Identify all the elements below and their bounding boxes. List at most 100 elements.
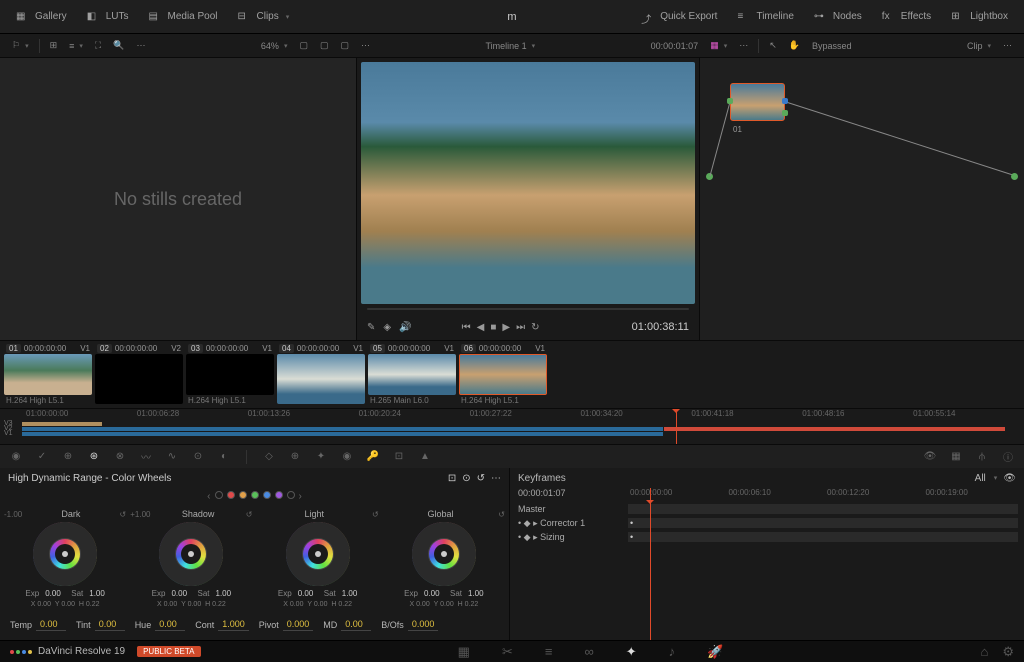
clip-thumbnail[interactable]: 0400:00:00:00V1: [277, 343, 365, 406]
tracking-icon[interactable]: ⊕: [287, 449, 303, 465]
bo-value[interactable]: 0.000: [408, 618, 439, 631]
waveform-icon[interactable]: ⫛: [974, 449, 990, 465]
viewer-scrubber[interactable]: [367, 308, 689, 310]
view-mode-1[interactable]: ▢: [294, 38, 313, 53]
search-button[interactable]: 🔍: [108, 38, 129, 53]
timeline-playhead[interactable]: [676, 409, 677, 444]
page-fairlight[interactable]: ♪: [669, 644, 676, 660]
page-color[interactable]: ✦: [626, 644, 637, 660]
wheels-icon[interactable]: ⊕: [60, 449, 76, 465]
tab-nodes[interactable]: ⊶Nodes: [806, 7, 870, 27]
zone-dot[interactable]: [251, 491, 259, 499]
zone-dot[interactable]: [239, 491, 247, 499]
node-more[interactable]: ⋯: [998, 38, 1017, 53]
reset-icon[interactable]: ↺: [477, 473, 485, 484]
window-icon[interactable]: ◇: [261, 449, 277, 465]
layers-icon[interactable]: ◈: [383, 322, 391, 333]
timeline-dropdown[interactable]: Timeline 1▾: [480, 39, 540, 53]
rgb-mixer-icon[interactable]: ⊗: [112, 449, 128, 465]
view-mode-3[interactable]: ▢: [335, 38, 354, 53]
zone-dot[interactable]: [263, 491, 271, 499]
keyframe-row[interactable]: • ◆ ▸ Sizing•: [510, 530, 1024, 544]
color-wheel[interactable]: [412, 522, 476, 586]
audio-icon[interactable]: 🔊: [399, 322, 411, 333]
sizing-icon[interactable]: ⊡: [391, 449, 407, 465]
tab-media-pool[interactable]: ▤Media Pool: [140, 7, 225, 27]
home-button[interactable]: ⌂: [980, 644, 988, 660]
first-frame-button[interactable]: ⏮: [462, 322, 471, 333]
hdr-icon[interactable]: ⊛: [86, 449, 102, 465]
node-input-dot[interactable]: [706, 173, 713, 180]
expand-button[interactable]: ⛶: [90, 38, 106, 53]
pointer-tool[interactable]: ↖: [764, 38, 782, 53]
clip-thumbnail[interactable]: 0100:00:00:00V1 H.264 High L5.1: [4, 343, 92, 406]
viewer-image[interactable]: [361, 62, 695, 304]
zoom-dropdown[interactable]: 64%▾: [256, 39, 293, 53]
reset-icon[interactable]: ↺: [498, 510, 505, 519]
keyframes-all[interactable]: All: [975, 473, 986, 484]
expand-icon[interactable]: ⊡: [448, 473, 456, 484]
pivot-value[interactable]: 0.000: [283, 618, 314, 631]
flag-button[interactable]: ⚐▾: [7, 38, 34, 53]
qualifier-icon[interactable]: ◐: [216, 449, 232, 465]
page-edit[interactable]: ≡: [545, 644, 553, 660]
page-media[interactable]: ▦: [458, 644, 470, 660]
hand-tool[interactable]: ✋: [784, 38, 805, 53]
tab-timeline[interactable]: ≡Timeline: [729, 7, 801, 27]
camera-raw-icon[interactable]: ◉: [8, 449, 24, 465]
loop-button[interactable]: ↻: [531, 322, 539, 333]
correction-node[interactable]: 01: [730, 83, 785, 121]
md-value[interactable]: 0.00: [341, 618, 371, 631]
hue-value[interactable]: 0.00: [155, 618, 185, 631]
scopes-toggle-icon[interactable]: 👁: [922, 449, 938, 465]
clip-thumbnail[interactable]: 0200:00:00:00V2: [95, 343, 183, 406]
stop-button[interactable]: ■: [490, 322, 496, 333]
clip-thumbnail[interactable]: 0500:00:00:00V1 H.265 Main L6.0: [368, 343, 456, 406]
grid-button[interactable]: ⊞: [45, 38, 63, 53]
3d-icon[interactable]: ▲: [417, 449, 433, 465]
temp-value[interactable]: 0.00: [36, 618, 66, 631]
clip-dropdown[interactable]: Clip▾: [962, 39, 996, 53]
target-icon[interactable]: ⊙: [462, 473, 470, 484]
view-more[interactable]: ⋯: [356, 38, 375, 53]
more-button[interactable]: ⋯: [131, 38, 150, 53]
list-button[interactable]: ≡▾: [64, 39, 88, 53]
node-output-handle[interactable]: [782, 98, 788, 104]
tab-quick-export[interactable]: ⤴Quick Export: [633, 7, 725, 27]
keyframe-row[interactable]: • ◆ ▸ Corrector 1•: [510, 516, 1024, 530]
play-button[interactable]: ▶: [502, 322, 510, 333]
reset-icon[interactable]: ↺: [372, 510, 379, 519]
color-wheel[interactable]: [33, 522, 97, 586]
reset-icon[interactable]: ↺: [120, 510, 127, 519]
warper-icon[interactable]: ⊙: [190, 449, 206, 465]
page-fusion[interactable]: ∞: [584, 644, 593, 660]
tint-value[interactable]: 0.00: [95, 618, 125, 631]
keyframes-playhead[interactable]: [650, 488, 651, 640]
kf-eye-icon[interactable]: 👁: [1003, 473, 1016, 484]
tab-luts[interactable]: ◧LUTs: [79, 7, 137, 27]
cont-value[interactable]: 1.000: [218, 618, 249, 631]
curves-icon[interactable]: ∿: [164, 449, 180, 465]
color-wheel[interactable]: [159, 522, 223, 586]
tab-clips[interactable]: ⊟Clips▾: [230, 7, 298, 27]
keyframe-row[interactable]: Master: [510, 502, 1024, 516]
more-icon[interactable]: ⋯: [491, 473, 501, 484]
node-input-handle[interactable]: [727, 98, 733, 104]
tab-gallery[interactable]: ▦Gallery: [8, 7, 75, 27]
page-deliver[interactable]: 🚀: [707, 644, 723, 660]
node-output-dot[interactable]: [1011, 173, 1018, 180]
mini-timeline[interactable]: 01:00:00:0001:00:06:2801:00:13:2601:00:2…: [0, 408, 1024, 444]
gallery-toggle-icon[interactable]: ▦: [948, 449, 964, 465]
zone-dot[interactable]: [287, 491, 295, 499]
zone-dot[interactable]: [275, 491, 283, 499]
picker-icon[interactable]: ✎: [367, 322, 375, 333]
zone-dot[interactable]: [227, 491, 235, 499]
last-frame-button[interactable]: ⏭: [516, 322, 525, 333]
bypass-toggle[interactable]: Bypassed: [807, 39, 857, 53]
info-icon[interactable]: ⓘ: [1000, 449, 1016, 465]
tab-effects[interactable]: fxEffects: [874, 7, 939, 27]
timecode-display[interactable]: 00:00:01:07: [646, 39, 704, 53]
reset-icon[interactable]: ↺: [246, 510, 253, 519]
motion-icon[interactable]: 〰: [138, 449, 154, 465]
page-cut[interactable]: ✂: [502, 644, 513, 660]
